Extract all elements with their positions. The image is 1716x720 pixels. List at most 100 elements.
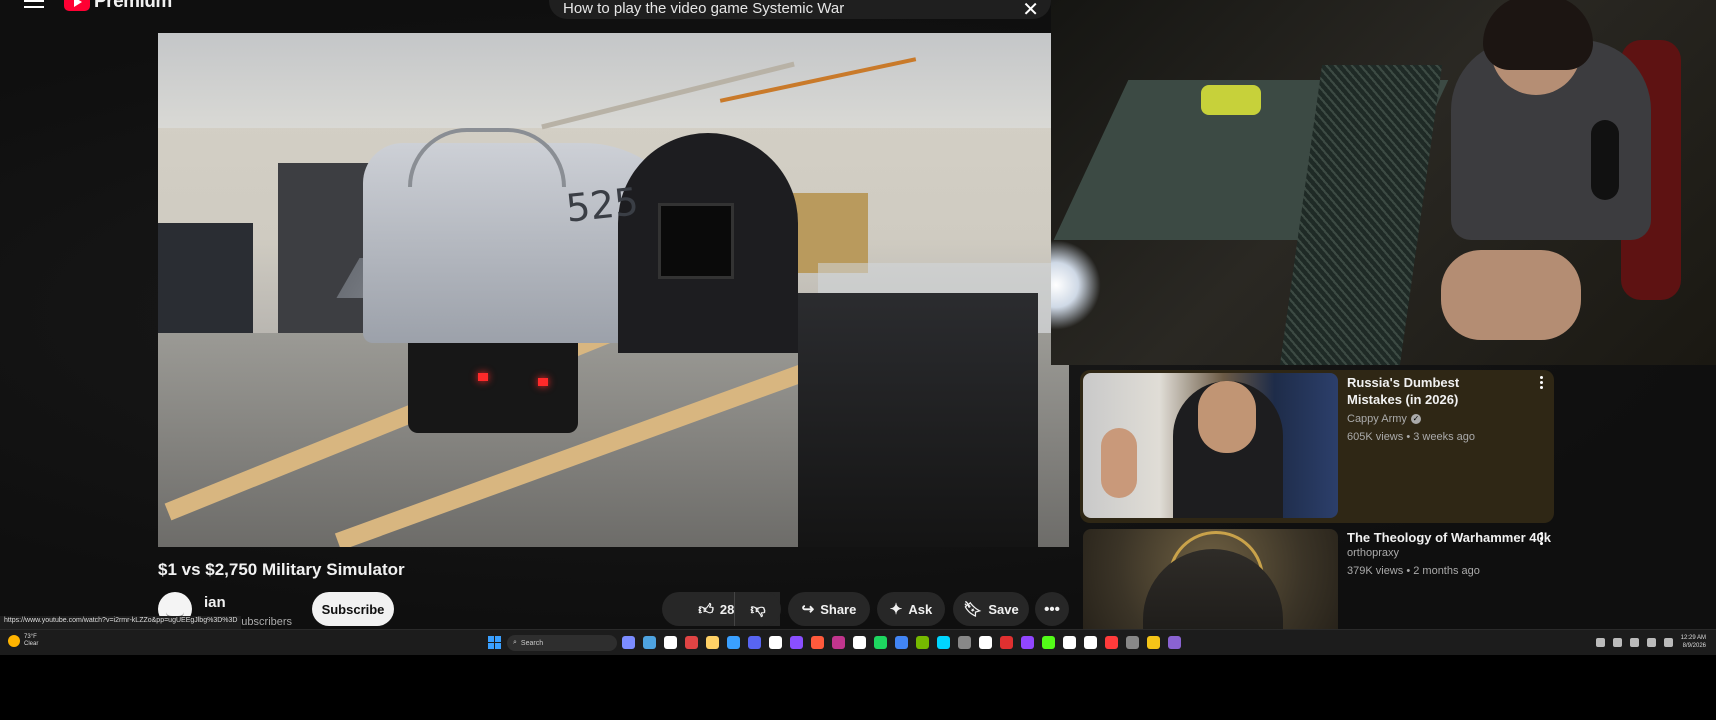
- recommendation-thumbnail[interactable]: [1083, 373, 1338, 518]
- network-icon[interactable]: [1612, 637, 1622, 647]
- bookmark-icon: 🔖︎: [963, 600, 983, 618]
- taskbar-app-icon[interactable]: [1084, 636, 1097, 649]
- weather-sun-icon: [8, 635, 20, 647]
- taskbar-app-icon[interactable]: [811, 636, 824, 649]
- taskbar-app-icon[interactable]: [643, 636, 656, 649]
- taskbar-app-icon[interactable]: [874, 636, 887, 649]
- system-tray: 12:29 AM 8/9/2026: [1595, 634, 1706, 650]
- search-input[interactable]: How to play the video game Systemic War: [563, 0, 844, 17]
- video-frame-red-light: [538, 378, 548, 386]
- webcam-person-hair: [1483, 0, 1593, 70]
- taskbar-app-icon[interactable]: [958, 636, 971, 649]
- more-vertical-icon[interactable]: [1540, 376, 1544, 391]
- video-frame-monitor: [798, 293, 1038, 547]
- sparkle-icon: ✦: [889, 600, 903, 618]
- clear-search-icon[interactable]: ✕: [1022, 0, 1039, 22]
- more-vertical-icon[interactable]: [1540, 532, 1544, 547]
- recommendation-views: 379K views: [1347, 565, 1404, 577]
- recommendation-item[interactable]: The Theology of Warhammer 40k orthopraxy…: [1080, 526, 1554, 655]
- taskbar-app-icon[interactable]: [1105, 636, 1118, 649]
- video-frame-motion-platform: [408, 333, 578, 433]
- taskbar-app-icon[interactable]: [916, 636, 929, 649]
- link-status-url: https://www.youtube.com/watch?v=i2rmr-kL…: [0, 616, 242, 630]
- display-icon[interactable]: [1646, 637, 1656, 647]
- taskbar-app-icon[interactable]: [1168, 636, 1181, 649]
- taskbar-app-icon[interactable]: [1147, 636, 1160, 649]
- taskbar-search[interactable]: ⌕ Search: [507, 635, 617, 651]
- taskbar-app-icon[interactable]: [895, 636, 908, 649]
- more-horizontal-icon: •••: [1044, 600, 1060, 618]
- recommendation-item[interactable]: Russia's Dumbest Mistakes (in 2026) Capp…: [1080, 370, 1554, 523]
- taskbar-app-icon[interactable]: [832, 636, 845, 649]
- taskbar-app-icon[interactable]: [727, 636, 740, 649]
- recommendation-views: 605K views: [1347, 431, 1404, 443]
- ask-button[interactable]: ✦ Ask: [877, 592, 945, 626]
- taskbar-app-icon[interactable]: [685, 636, 698, 649]
- hamburger-menu-icon[interactable]: [24, 0, 44, 8]
- taskbar-app-icon[interactable]: [622, 636, 635, 649]
- thumbnail-face: [1198, 381, 1256, 453]
- taskbar-app-icon[interactable]: [1000, 636, 1013, 649]
- taskbar-app-icon[interactable]: [979, 636, 992, 649]
- share-label: Share: [820, 601, 857, 617]
- save-button[interactable]: 🔖︎ Save: [953, 592, 1029, 626]
- chevron-up-icon[interactable]: [1595, 637, 1605, 647]
- webcam-person-leg: [1441, 250, 1581, 340]
- video-frame-text: 525: [563, 179, 641, 231]
- thumbs-down-icon: 👎︎: [750, 600, 766, 618]
- video-title: $1 vs $2,750 Military Simulator: [158, 560, 405, 579]
- system-clock[interactable]: 12:29 AM 8/9/2026: [1681, 634, 1706, 650]
- recommendation-title[interactable]: The Theology of Warhammer 40k: [1347, 529, 1551, 546]
- taskbar-app-icon[interactable]: [853, 636, 866, 649]
- webcam-microphone: [1591, 120, 1619, 200]
- taskbar-app-icon[interactable]: [1126, 636, 1139, 649]
- recommendation-meta: 605K views • 3 weeks ago: [1347, 431, 1475, 443]
- weather-desc: Clear: [24, 641, 39, 647]
- subscribe-button[interactable]: Subscribe: [312, 592, 394, 626]
- video-frame-red-light: [478, 373, 488, 381]
- taskbar-app-icon[interactable]: [748, 636, 761, 649]
- recommendation-channel[interactable]: orthopraxy: [1347, 547, 1399, 559]
- mic-icon[interactable]: [1629, 637, 1639, 647]
- taskbar-app-icon[interactable]: [790, 636, 803, 649]
- video-frame-cockpit-screen: [658, 203, 734, 279]
- weather-temp: 73°F: [24, 634, 37, 640]
- taskbar-app-icon[interactable]: [664, 636, 677, 649]
- recommendation-channel[interactable]: Cappy Army ✓: [1347, 413, 1421, 425]
- recommendation-title[interactable]: Russia's Dumbest Mistakes (in 2026): [1347, 374, 1517, 408]
- weather-widget[interactable]: 73°F Clear: [8, 634, 38, 648]
- volume-icon[interactable]: [1663, 637, 1673, 647]
- taskbar-search-placeholder: Search: [520, 639, 544, 647]
- thumbs-up-icon: 👍︎: [698, 600, 714, 618]
- screen: Premium How to play the video game Syste…: [0, 0, 1716, 655]
- thumbnail-hand: [1101, 428, 1137, 498]
- webcam-drill: [1201, 85, 1261, 115]
- clock-time: 12:29 AM: [1680, 635, 1706, 641]
- recommendation-age: 3 weeks ago: [1413, 431, 1475, 443]
- search-icon: ⌕: [513, 639, 517, 646]
- channel-name[interactable]: ian: [204, 594, 226, 611]
- windows-taskbar: 73°F Clear ⌕ Search 12:29 AM 8/9/2026: [0, 629, 1716, 655]
- taskbar-app-icon[interactable]: [769, 636, 782, 649]
- recommendation-meta: 379K views • 2 months ago: [1347, 565, 1480, 577]
- ask-label: Ask: [908, 601, 933, 617]
- youtube-logo[interactable]: Premium: [64, 0, 172, 13]
- dislike-button[interactable]: 👎︎: [734, 592, 781, 626]
- taskbar-app-icons: [622, 636, 1181, 649]
- weather-text: 73°F Clear: [24, 634, 38, 648]
- logo-text: Premium: [94, 0, 172, 12]
- search-bar[interactable]: How to play the video game Systemic War …: [549, 0, 1051, 22]
- taskbar-app-icon[interactable]: [706, 636, 719, 649]
- video-player[interactable]: 525: [158, 33, 1069, 547]
- taskbar-app-icon[interactable]: [1042, 636, 1055, 649]
- taskbar-app-icon[interactable]: [1021, 636, 1034, 649]
- save-label: Save: [988, 601, 1019, 617]
- video-frame-ceiling: [158, 33, 1069, 128]
- webcam-overlay: [1051, 0, 1716, 365]
- windows-start-icon[interactable]: [488, 636, 501, 649]
- taskbar-app-icon[interactable]: [1063, 636, 1076, 649]
- more-actions-button[interactable]: •••: [1035, 592, 1069, 626]
- share-button[interactable]: ↪ Share: [788, 592, 870, 626]
- verified-badge-icon: ✓: [1410, 414, 1421, 424]
- taskbar-app-icon[interactable]: [937, 636, 950, 649]
